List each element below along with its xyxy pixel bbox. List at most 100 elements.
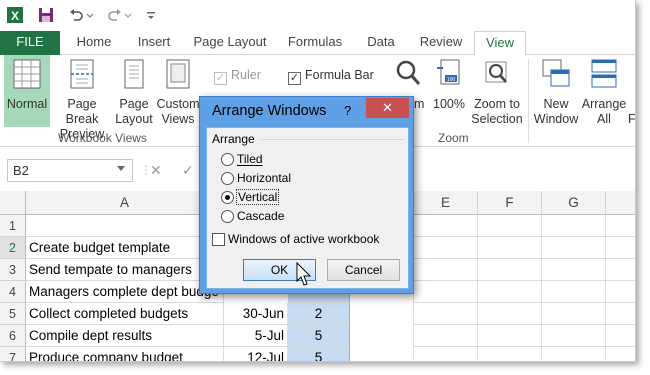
page-layout-button[interactable]: Page Layout bbox=[114, 58, 154, 127]
redo-dropdown-icon[interactable] bbox=[124, 6, 132, 24]
option-tiled-label: Tiled bbox=[237, 152, 263, 166]
column-header-a[interactable]: A bbox=[26, 191, 224, 215]
cell-a3[interactable]: Send tempate to managers bbox=[26, 259, 224, 281]
active-workbook-check-icon bbox=[212, 233, 225, 246]
radio-horizontal-icon bbox=[221, 172, 234, 185]
cell-a5[interactable]: Collect completed budgets bbox=[26, 303, 224, 325]
name-box-dropdown-icon[interactable] bbox=[117, 166, 125, 171]
row-header-5[interactable]: 5 bbox=[0, 303, 26, 325]
excel-logo-icon: X bbox=[7, 7, 23, 23]
cell-a7[interactable]: Produce company budget bbox=[26, 347, 224, 361]
formula-bar-checkbox[interactable]: ✓ Formula Bar bbox=[288, 68, 374, 85]
arrange-all-label-2: All bbox=[597, 112, 611, 126]
save-icon[interactable] bbox=[37, 6, 55, 24]
page-break-preview-button[interactable]: Page Break Preview bbox=[52, 58, 112, 142]
zoom-100-button[interactable]: 100 100% bbox=[432, 58, 466, 112]
normal-view-icon bbox=[13, 59, 41, 89]
group-divider bbox=[528, 59, 529, 143]
help-button[interactable]: ? bbox=[344, 103, 351, 118]
zoom-selection-label-2: Selection bbox=[471, 112, 523, 126]
select-all-corner[interactable] bbox=[0, 191, 26, 215]
cell-a2[interactable]: Create budget template bbox=[26, 237, 224, 259]
redo-icon[interactable] bbox=[108, 6, 122, 24]
column-header-g[interactable]: G bbox=[542, 191, 606, 215]
option-cascade[interactable]: Cascade bbox=[221, 208, 284, 224]
tab-data[interactable]: Data bbox=[358, 31, 404, 55]
row-header-3[interactable]: 3 bbox=[0, 259, 26, 281]
tab-review[interactable]: Review bbox=[412, 31, 470, 55]
excel-window: X FILE Home Insert Page Layout Formulas … bbox=[0, 0, 636, 362]
ribbon-tab-bar: FILE Home Insert Page Layout Formulas Da… bbox=[0, 31, 635, 56]
empty-cells-area[interactable] bbox=[414, 215, 635, 361]
cancel-entry-icon[interactable]: ✕ bbox=[150, 162, 162, 179]
cell-b6[interactable]: 5-Jul bbox=[224, 325, 288, 347]
zoom-100-icon: 100 bbox=[437, 59, 460, 85]
active-workbook-label: Windows of active workbook bbox=[228, 232, 380, 246]
undo-dropdown-icon[interactable] bbox=[86, 6, 94, 24]
column-header-h[interactable] bbox=[606, 191, 635, 215]
cell-a6[interactable]: Compile dept results bbox=[26, 325, 224, 347]
cell-c7[interactable]: 5 bbox=[288, 347, 350, 361]
new-window-button[interactable]: New Window bbox=[532, 58, 580, 127]
tab-insert[interactable]: Insert bbox=[128, 31, 180, 55]
tab-file[interactable]: FILE bbox=[0, 31, 60, 55]
tab-home[interactable]: Home bbox=[68, 31, 120, 55]
ruler-label: Ruler bbox=[231, 68, 261, 82]
option-horizontal-label: Horizontal bbox=[237, 171, 292, 185]
quick-access-toolbar: X bbox=[0, 0, 635, 31]
cell-a1[interactable] bbox=[26, 215, 224, 237]
ruler-checkbox[interactable]: ✓ Ruler bbox=[214, 68, 261, 85]
zoom-100-label: 100% bbox=[433, 97, 465, 111]
cancel-button[interactable]: Cancel bbox=[327, 259, 400, 281]
zoom-to-selection-icon bbox=[485, 61, 507, 83]
row-header-1[interactable]: 1 bbox=[0, 215, 26, 237]
column-header-e[interactable]: E bbox=[414, 191, 478, 215]
option-tiled[interactable]: Tiled bbox=[221, 151, 263, 167]
normal-label: Normal bbox=[6, 97, 48, 111]
normal-view-button[interactable]: Normal bbox=[4, 55, 50, 127]
row-header-4[interactable]: 4 bbox=[0, 281, 26, 303]
undo-icon[interactable] bbox=[69, 6, 83, 24]
close-button[interactable]: ✕ bbox=[366, 98, 409, 118]
cell-a4[interactable]: Managers complete dept budge bbox=[26, 281, 224, 303]
zoom-to-selection-button[interactable]: Zoom to Selection bbox=[470, 58, 524, 127]
zoom-selection-label-1: Zoom to bbox=[474, 97, 520, 111]
custom-views-button[interactable]: Custom Views bbox=[156, 58, 200, 127]
name-box[interactable]: B2 bbox=[7, 159, 133, 182]
page-break-preview-icon bbox=[70, 59, 94, 89]
new-window-label-1: New bbox=[543, 97, 569, 111]
overflow-label: F bbox=[628, 112, 636, 126]
svg-text:X: X bbox=[11, 9, 19, 23]
cell-b5[interactable]: 30-Jun bbox=[224, 303, 288, 325]
cell-b7[interactable]: 12-Jul bbox=[224, 347, 288, 361]
option-vertical-label: Vertical bbox=[235, 189, 280, 205]
customize-toolbar-icon[interactable] bbox=[146, 6, 156, 24]
arrange-all-button[interactable]: Arrange All bbox=[580, 58, 628, 127]
tab-page-layout[interactable]: Page Layout bbox=[188, 31, 272, 55]
radio-cascade-icon bbox=[221, 210, 234, 223]
dialog-title: Arrange Windows bbox=[212, 103, 327, 119]
page-layout-label-1: Page bbox=[119, 97, 149, 111]
radio-vertical-icon bbox=[221, 191, 234, 204]
row-header-2[interactable]: 2 bbox=[0, 237, 26, 259]
column-header-f[interactable]: F bbox=[478, 191, 542, 215]
cell-c5[interactable]: 2 bbox=[288, 303, 350, 325]
enter-entry-icon[interactable]: ✓ bbox=[182, 162, 194, 179]
tab-view[interactable]: View bbox=[474, 31, 526, 56]
workbook-views-group-label: Workbook Views bbox=[58, 131, 147, 145]
custom-views-label-2: Views bbox=[161, 112, 195, 126]
arrange-all-label-1: Arrange bbox=[581, 97, 627, 111]
option-horizontal[interactable]: Horizontal bbox=[221, 170, 291, 186]
ruler-check-icon: ✓ bbox=[214, 72, 227, 85]
arrange-all-icon bbox=[591, 59, 617, 88]
new-window-icon bbox=[542, 59, 570, 87]
row-header-7[interactable]: 7 bbox=[0, 347, 26, 361]
active-workbook-checkbox[interactable]: Windows of active workbook bbox=[212, 232, 379, 246]
cell-c6[interactable]: 5 bbox=[288, 325, 350, 347]
row-header-6[interactable]: 6 bbox=[0, 325, 26, 347]
tab-formulas[interactable]: Formulas bbox=[280, 31, 350, 55]
option-vertical[interactable]: Vertical bbox=[221, 189, 280, 205]
formula-bar-check-icon: ✓ bbox=[288, 72, 301, 85]
zoom-group-label: Zoom bbox=[438, 131, 469, 145]
arrange-group-label: Arrange bbox=[212, 132, 255, 146]
